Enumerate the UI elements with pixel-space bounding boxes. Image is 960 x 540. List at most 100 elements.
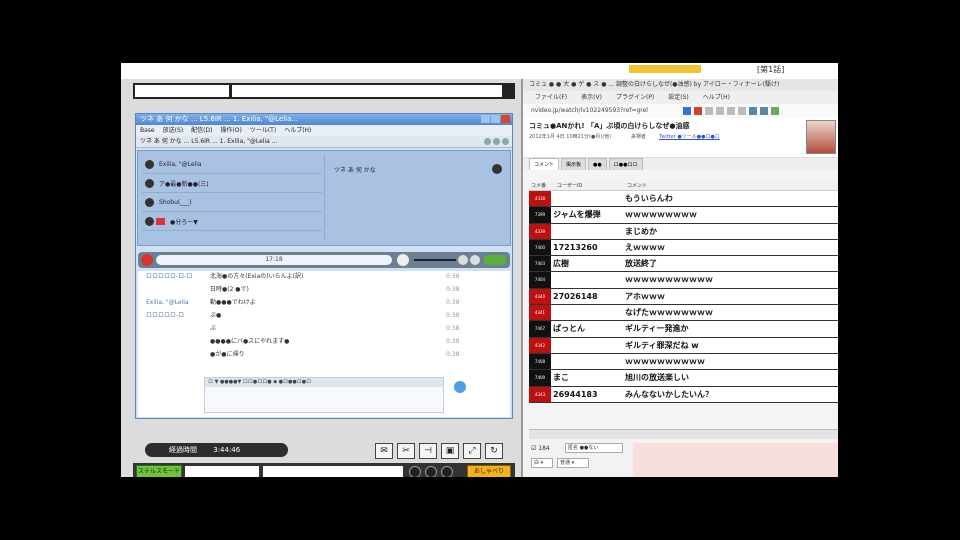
send-icon[interactable] xyxy=(454,381,466,393)
comment-row[interactable]: 7407 ぱっとん ギルティー発進か xyxy=(529,321,838,338)
viewers-label: 来場者 xyxy=(631,134,647,140)
maximize-icon[interactable] xyxy=(491,115,500,123)
color-select[interactable]: 白 ▾ xyxy=(531,458,553,468)
menu-view[interactable]: 表示(V) xyxy=(581,91,602,104)
comment-text: 旭川の放送楽しい xyxy=(625,373,689,383)
mail-icon[interactable]: ✉ xyxy=(375,443,393,459)
play-icon[interactable] xyxy=(397,254,409,266)
horizontal-scrollbar[interactable] xyxy=(529,429,838,439)
address-field-1[interactable] xyxy=(135,85,229,97)
tab-button-icon[interactable] xyxy=(502,138,509,145)
address-field-2[interactable] xyxy=(232,85,502,97)
comment-text: もういらんわ xyxy=(625,194,673,203)
close-icon[interactable] xyxy=(501,115,510,123)
comment-grid: コメ番 ユーザーID コメント 4338 もういらんわ 7399 ジャムを爆弾 ｗｗｗｗ… xyxy=(529,182,838,403)
viewers-link[interactable]: Twitter ●ツール●●ロ●ロ xyxy=(659,133,720,140)
tab-3[interactable]: ●● xyxy=(588,158,607,170)
user-row[interactable]: ア●最●新●●(三) xyxy=(142,174,322,193)
menu-tools[interactable]: ツール(T) xyxy=(250,125,276,136)
user-icon[interactable] xyxy=(425,466,437,477)
menu-plugin[interactable]: プラグイン(P) xyxy=(616,91,654,104)
menu-settings[interactable]: 設定(S) xyxy=(668,91,689,104)
menu-operate[interactable]: 操作(O) xyxy=(220,125,241,136)
anon-checkbox[interactable]: ☑ 184 xyxy=(531,445,550,452)
dropdown-icon[interactable] xyxy=(409,466,421,477)
cut-icon[interactable]: ✂ xyxy=(397,443,415,459)
expand-icon[interactable]: ⤢ xyxy=(463,443,481,459)
tool-icon[interactable] xyxy=(771,107,779,115)
tool-icon[interactable] xyxy=(716,107,724,115)
comment-row[interactable]: 7399 ジャムを爆弾 ｗｗｗｗｗｗｗｗｗ xyxy=(529,207,838,224)
menu-file[interactable]: ファイル(F) xyxy=(535,91,567,104)
col-userid[interactable]: ユーザーID xyxy=(557,182,582,191)
comment-row[interactable]: 4342 ギルティ罪深だね w xyxy=(529,337,838,354)
comment-viewer: コミュ ● ● 大 ● ゲ ● ス ● ... 調整の白けらしなぜ(●油感) b… xyxy=(521,79,838,477)
comment-row[interactable]: 7408 ｗｗｗｗｗｗｗｗｗｗ xyxy=(529,353,838,371)
anon-select[interactable]: 匿名 ●●ない xyxy=(565,443,623,453)
comment-row[interactable]: 4343 26944183 みんなないかしたいん？ xyxy=(529,386,838,403)
chat-row: ●が●に帰り 0:38 xyxy=(210,351,460,358)
refresh-icon[interactable]: ↻ xyxy=(485,443,503,459)
seek-track[interactable]: 17:18 xyxy=(156,255,392,265)
comment-row[interactable]: 7404 ｗｗｗｗｗｗｗｗｗｗｗ xyxy=(529,272,838,289)
comment-row[interactable]: 4341 なげたｗｗｗｗｗｗｗｗ xyxy=(529,305,838,322)
comment-userid: 26944183 xyxy=(553,389,598,399)
comment-text: アホｗｗｗ xyxy=(625,291,665,301)
settings-icon[interactable] xyxy=(470,255,480,265)
stealth-button[interactable]: ステルスモード xyxy=(136,465,182,477)
plug-icon[interactable]: ⊣ xyxy=(419,443,437,459)
comment-row[interactable]: 7400 17213260 えｗｗｗｗ xyxy=(529,239,838,257)
seek-time: 17:18 xyxy=(265,256,283,263)
tab-button-icon[interactable] xyxy=(493,138,500,145)
user-row[interactable]: Exilia, "@Lelia xyxy=(142,155,322,174)
comment-input[interactable] xyxy=(633,443,838,477)
tool-icon[interactable] xyxy=(738,107,746,115)
url-field[interactable]: nvideo.jp/watch/lv102249593?ref=grel xyxy=(531,107,648,114)
tool-icon[interactable] xyxy=(749,107,757,115)
tab-comments[interactable]: コメント xyxy=(529,158,560,170)
chat-input[interactable]: ロ ▼ ●●●●▼ ロロ●ロロ● ◆ ●ロ●●ロ●ロ xyxy=(204,377,444,413)
minimize-icon[interactable] xyxy=(481,115,490,123)
elapsed-status: 経過時間 3:44:46 xyxy=(145,443,288,457)
tab-4[interactable]: ロ●●ロロ xyxy=(608,158,643,170)
col-number[interactable]: コメ番 xyxy=(531,182,546,191)
comment-row[interactable]: 7403 広樹 放送終了 xyxy=(529,256,838,273)
menu-help[interactable]: ヘルプ(H) xyxy=(703,91,730,104)
tool-icon[interactable] xyxy=(760,107,768,115)
player-tab[interactable]: ツネ あ 何 かな ... L5.6IR ... 1. Exilia, "@Le… xyxy=(136,136,512,148)
user-row[interactable]: Shobu(___) xyxy=(142,193,322,212)
bottom-input-1[interactable] xyxy=(185,466,259,477)
menu-help[interactable]: ヘルプ(H) xyxy=(284,125,311,136)
tab-button-icon[interactable] xyxy=(484,138,491,145)
viewer-tabs: コメント 掲示板 ●● ロ●●ロロ xyxy=(523,158,838,170)
user-name: Shobu(___) xyxy=(159,198,192,206)
menu-broadcast[interactable]: 放送(S) xyxy=(163,125,184,136)
size-select[interactable]: 普通 ▾ xyxy=(557,458,589,468)
mute-icon[interactable] xyxy=(458,255,468,265)
col-comment[interactable]: コメント xyxy=(627,182,647,191)
tab-board[interactable]: 掲示板 xyxy=(561,158,587,170)
comment-row[interactable]: 4339 まじめか xyxy=(529,223,838,240)
connect-icon[interactable] xyxy=(683,107,691,115)
volume-slider[interactable] xyxy=(414,259,456,261)
stop-icon[interactable] xyxy=(694,107,702,115)
player-titlebar: ツネ あ 何 かな ... L5.6IR ... 1. Exilia, "@Le… xyxy=(136,114,512,125)
user-row[interactable]: ●分ろー▼ xyxy=(142,212,322,231)
panel-action-icon[interactable] xyxy=(492,164,502,174)
talk-button[interactable]: おしゃべり xyxy=(467,465,511,477)
menu-stream[interactable]: 配信(D) xyxy=(191,125,212,136)
tool-icon[interactable] xyxy=(727,107,735,115)
bottom-input-2[interactable] xyxy=(263,466,403,477)
tool-icon[interactable] xyxy=(705,107,713,115)
comment-userid xyxy=(553,191,623,206)
comment-number: 4338 xyxy=(529,191,551,207)
twitter-icon[interactable] xyxy=(441,466,453,477)
menu-base[interactable]: Base xyxy=(140,125,155,136)
comment-row[interactable]: 7409 まこ 旭川の放送楽しい xyxy=(529,370,838,387)
chat-row: 日時●(2 ●で) 0:38 xyxy=(210,286,460,293)
comment-row[interactable]: 4340 27026148 アホｗｗｗ xyxy=(529,288,838,306)
monitor-icon[interactable]: ▣ xyxy=(441,443,459,459)
record-icon[interactable] xyxy=(141,254,153,266)
comment-userid xyxy=(553,272,623,287)
comment-row[interactable]: 4338 もういらんわ xyxy=(529,191,838,208)
